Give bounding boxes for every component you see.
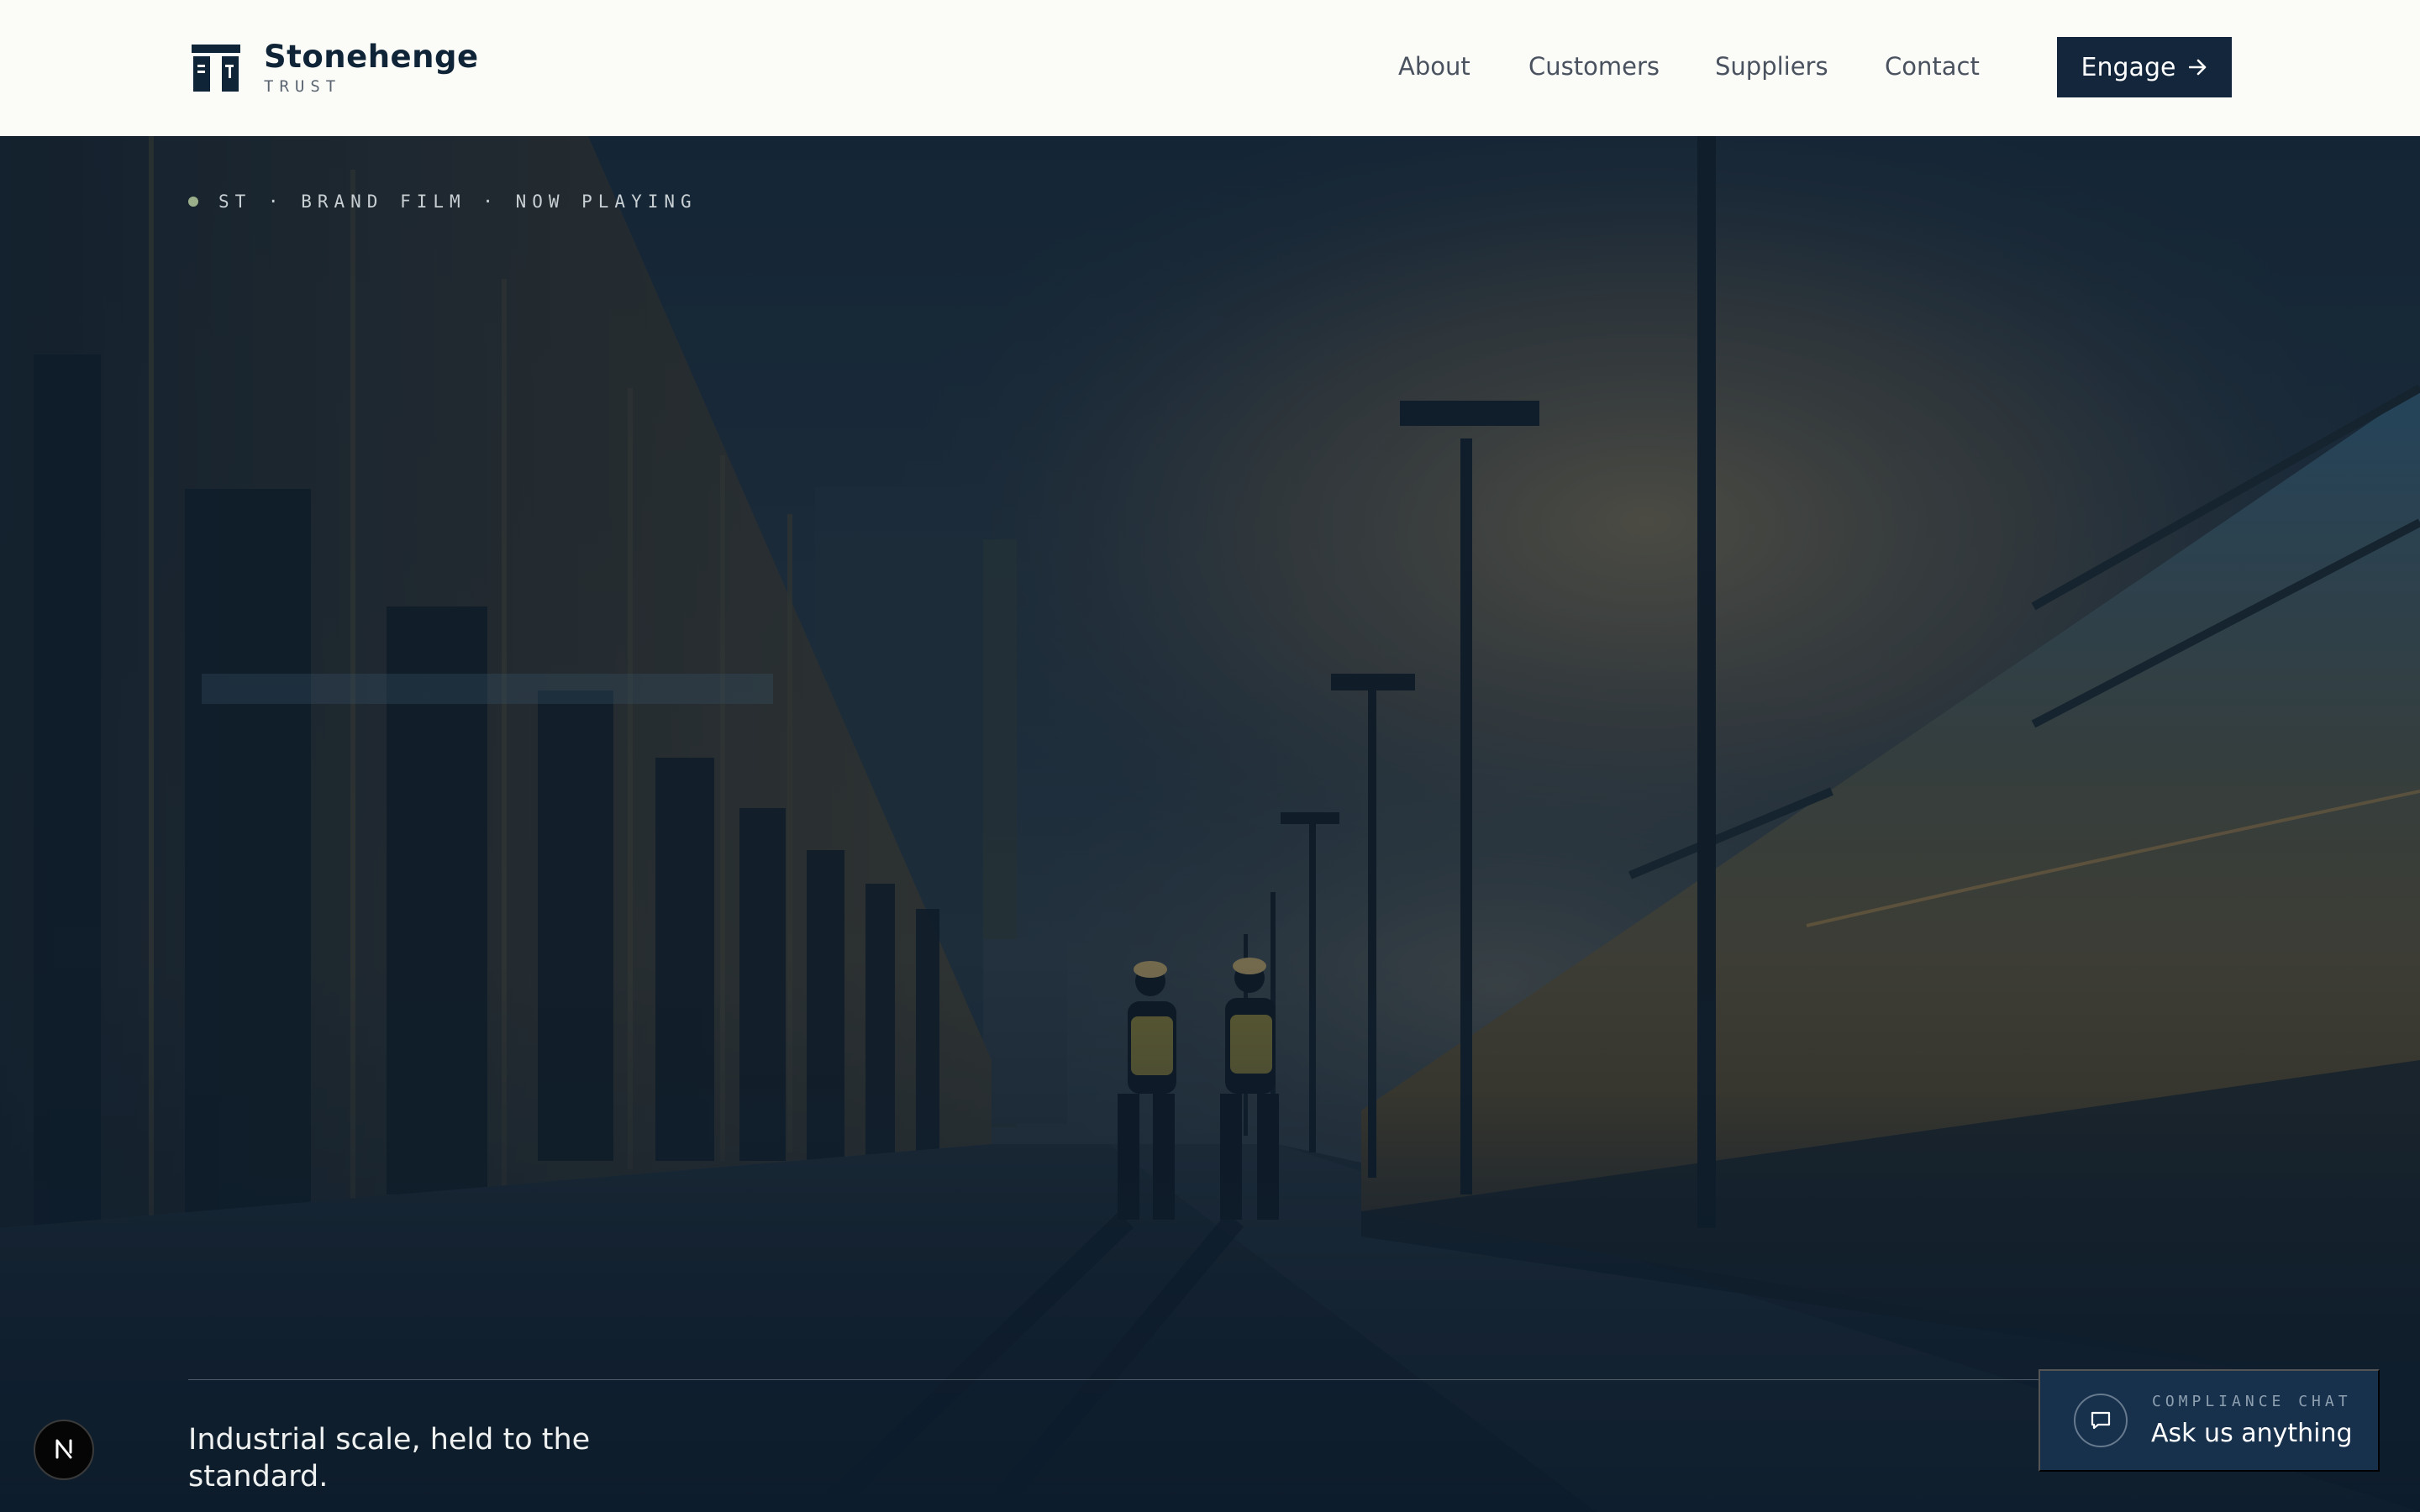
hero-tagline: Industrial scale, held to the standard. [188,1423,591,1494]
brand-logo-link[interactable]: Stonehenge TRUST [192,40,479,96]
chat-title: Ask us anything [2151,1419,2353,1448]
now-playing-dot-icon [188,197,198,207]
hero-divider [188,1379,2232,1380]
engage-button[interactable]: Engage [2057,37,2232,97]
n-logo-icon [50,1436,77,1465]
brand-film-video[interactable] [0,136,2420,1512]
brand-name: Stonehenge [264,39,479,75]
chat-label: COMPLIANCE CHAT [2152,1393,2352,1410]
next-dev-badge[interactable] [34,1420,94,1480]
chat-text: COMPLIANCE CHAT Ask us anything [2151,1393,2353,1448]
eyebrow-text: ST · BRAND FILM · NOW PLAYING [218,192,697,212]
arrow-right-icon [2189,53,2207,82]
compliance-chat-button[interactable]: COMPLIANCE CHAT Ask us anything [2039,1369,2380,1472]
nav-suppliers[interactable]: Suppliers [1715,52,1828,81]
engage-label: Engage [2081,52,2176,82]
nav-about[interactable]: About [1398,52,1470,81]
nav-customers[interactable]: Customers [1528,52,1660,81]
chat-bubble-icon [2074,1394,2128,1447]
site-header: Stonehenge TRUST About Customers Supplie… [0,0,2420,136]
stonehenge-logo-icon [192,45,240,92]
hero-eyebrow: ST · BRAND FILM · NOW PLAYING [188,192,697,212]
hero-section: ST · BRAND FILM · NOW PLAYING Industrial… [0,136,2420,1512]
brand-subtitle: TRUST [264,77,342,96]
brand-wordmark: Stonehenge TRUST [264,39,479,97]
nav-contact[interactable]: Contact [1885,52,1980,81]
